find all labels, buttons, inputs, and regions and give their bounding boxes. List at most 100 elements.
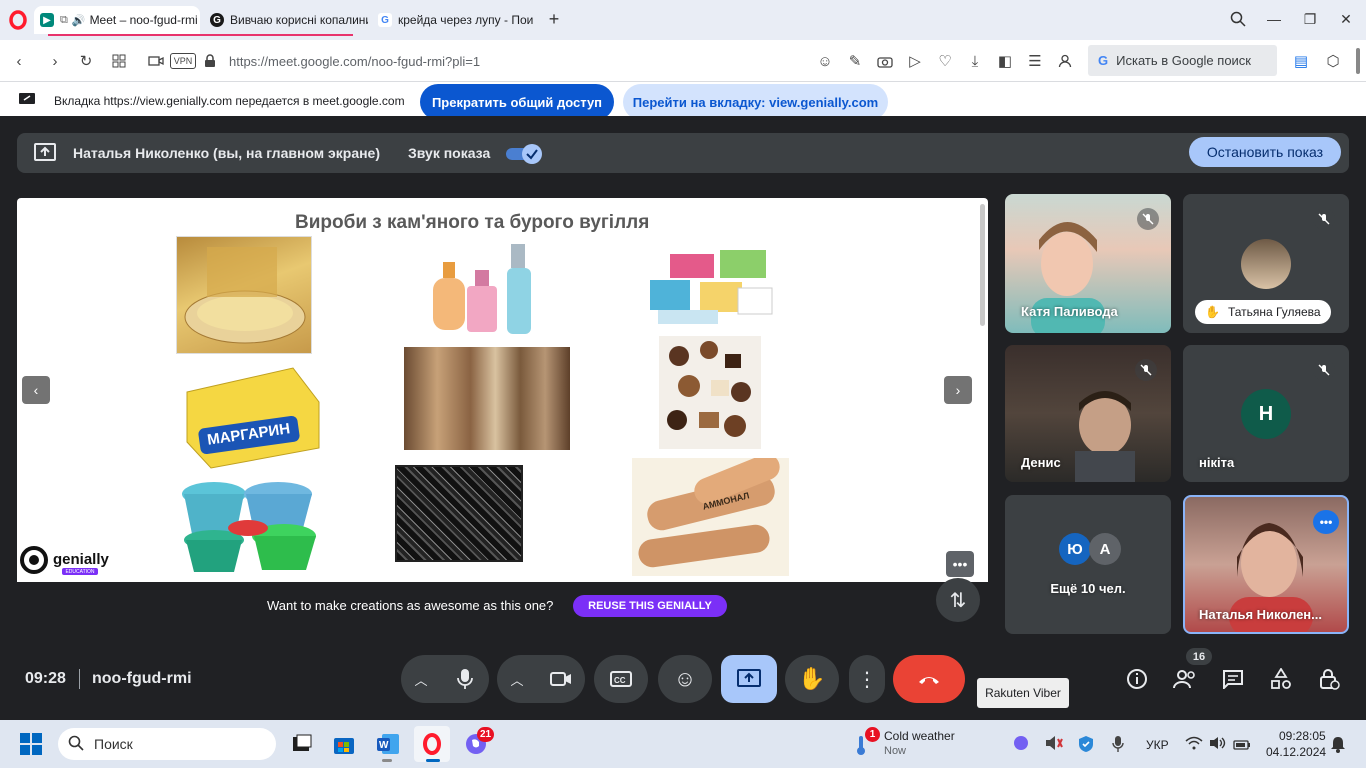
meet-favicon-icon: ▶ <box>40 13 54 27</box>
volume-alert-icon[interactable] <box>1045 735 1063 756</box>
taskbar-search[interactable]: Поиск <box>58 728 276 760</box>
paraffin-image <box>176 236 312 354</box>
input-language[interactable]: УКР <box>1146 738 1169 752</box>
forward-icon[interactable]: › <box>44 50 66 72</box>
chat-icon[interactable] <box>1217 663 1249 695</box>
more-options-button[interactable]: ⋮ <box>849 655 885 703</box>
tab-group-underline <box>48 34 353 36</box>
task-view-icon[interactable] <box>284 726 320 762</box>
participant-tile[interactable]: Катя Паливода <box>1005 194 1171 333</box>
tab-meet[interactable]: ▶ ⧉ 🔊 Meet – noo-fgud-rmi <box>34 6 200 34</box>
tab-kreida[interactable]: G крейда через лупу - Пои <box>372 6 540 34</box>
profile-icon[interactable] <box>1054 50 1076 72</box>
sidebar-panel-icon[interactable]: ▤ <box>1290 50 1312 72</box>
slide-next-button[interactable]: › <box>944 376 972 404</box>
system-date[interactable]: 04.12.2024 <box>1266 745 1326 759</box>
microphone-icon[interactable] <box>441 655 489 703</box>
microphone-tray-icon[interactable] <box>1112 735 1124 758</box>
minimize-icon[interactable]: — <box>1262 8 1286 30</box>
chocolates-image <box>659 336 761 449</box>
more-participants-tile[interactable]: Ю А Ещё 10 чел. <box>1005 495 1171 634</box>
emoji-icon[interactable]: ☺ <box>814 50 836 72</box>
opera-logo-icon[interactable] <box>8 10 28 30</box>
back-icon[interactable]: ‹ <box>8 50 30 72</box>
extensions-icon[interactable]: ⬡ <box>1322 50 1344 72</box>
participant-tile[interactable]: ✋ Татьяна Гуляева <box>1183 194 1349 333</box>
stop-presenting-button[interactable]: Остановить показ <box>1189 137 1341 167</box>
download-icon[interactable]: ⤓ <box>964 50 986 72</box>
url-field[interactable]: https://meet.google.com/noo-fgud-rmi?pli… <box>229 54 480 69</box>
new-tab-icon[interactable]: + <box>542 8 566 30</box>
avatar: А <box>1089 533 1121 565</box>
word-icon[interactable]: W <box>370 726 406 762</box>
swap-layout-icon[interactable]: ⇅ <box>936 578 980 622</box>
vpn-badge[interactable]: VPN <box>170 53 196 69</box>
app-running-indicator <box>382 759 392 762</box>
participant-name: Катя Паливода <box>1021 304 1118 319</box>
slide-title: Вироби з кам'яного та бурого вугілля <box>295 212 650 233</box>
self-view-tile[interactable]: ••• Наталья Николен... <box>1183 495 1349 634</box>
play-icon[interactable]: ▷ <box>904 50 926 72</box>
audio-options-chevron-icon[interactable]: ︿ <box>401 670 441 689</box>
wifi-icon[interactable] <box>1185 736 1203 755</box>
raise-hand-button[interactable]: ✋ <box>785 655 839 703</box>
slide-scrollbar[interactable] <box>980 204 985 326</box>
leave-call-button[interactable] <box>893 655 965 703</box>
stop-sharing-button[interactable]: Прекратить общий доступ <box>420 84 614 120</box>
camera-indicator-icon[interactable] <box>145 50 167 72</box>
speed-dial-icon[interactable] <box>108 50 130 72</box>
google-search-box[interactable]: G Искать в Google поиск <box>1088 45 1277 76</box>
system-time[interactable]: 09:28:05 <box>1279 729 1326 743</box>
reuse-genially-button[interactable]: REUSE THIS GENIALLY <box>573 595 727 617</box>
mic-off-icon <box>1137 208 1159 230</box>
pinned-name-chip: ✋ Татьяна Гуляева <box>1195 300 1331 324</box>
participant-tile[interactable]: Н нікіта <box>1183 345 1349 482</box>
present-button[interactable] <box>721 655 777 703</box>
battery-icon[interactable] <box>1233 738 1251 756</box>
lock-icon[interactable] <box>204 54 216 73</box>
notifications-bell-icon[interactable] <box>1330 735 1346 758</box>
captions-button[interactable]: CC <box>594 655 648 703</box>
slide-more-icon[interactable]: ••• <box>946 551 974 577</box>
weather-title[interactable]: Cold weather <box>884 729 955 743</box>
genially-brand: genially <box>53 551 109 568</box>
svg-text:W: W <box>379 740 389 751</box>
sidebar-scroll-handle[interactable] <box>1356 48 1360 74</box>
search-tabs-icon[interactable] <box>1226 8 1250 30</box>
close-icon[interactable]: ✕ <box>1334 8 1358 30</box>
search-placeholder: Искать в Google поиск <box>1116 53 1251 68</box>
go-to-tab-button[interactable]: Перейти на вкладку: view.genially.com <box>623 84 888 120</box>
snapshot-icon[interactable] <box>874 50 896 72</box>
viber-tray-icon[interactable] <box>1013 735 1029 756</box>
defender-icon[interactable] <box>1078 735 1094 758</box>
margarine-image: МАРГАРИН <box>181 362 323 470</box>
heart-icon[interactable]: ♡ <box>934 50 956 72</box>
host-controls-icon[interactable] <box>1313 663 1345 695</box>
easy-setup-icon[interactable]: ☰ <box>1024 50 1046 72</box>
emoji-reaction-button[interactable]: ☺ <box>658 655 712 703</box>
restore-icon[interactable]: ❐ <box>1298 8 1322 30</box>
opera-taskbar-icon[interactable] <box>414 726 450 762</box>
windows-start-icon[interactable] <box>20 733 42 760</box>
slide-prev-button[interactable]: ‹ <box>22 376 50 404</box>
more-participants-label: Ещё 10 чел. <box>1050 581 1126 596</box>
tile-more-options-icon[interactable]: ••• <box>1313 510 1339 534</box>
microsoft-store-icon[interactable] <box>326 726 362 762</box>
meeting-info-icon[interactable] <box>1121 663 1153 695</box>
camera-icon[interactable] <box>537 655 585 703</box>
share-audio-label: Звук показа <box>408 145 491 161</box>
video-options-chevron-icon[interactable]: ︿ <box>497 670 537 689</box>
avatar: Н <box>1241 389 1291 439</box>
activities-icon[interactable] <box>1265 663 1297 695</box>
share-audio-toggle[interactable] <box>506 144 542 164</box>
reload-icon[interactable]: ↻ <box>75 50 97 72</box>
speaker-tray-icon[interactable] <box>1209 736 1227 755</box>
participant-tile[interactable]: Денис <box>1005 345 1171 482</box>
people-icon[interactable] <box>1169 663 1201 695</box>
genially-education-badge: EDUCATION <box>62 568 98 575</box>
smile-icon: ☺ <box>673 666 697 691</box>
tab-vyvchayu[interactable]: G Вивчаю корисні копалини <box>204 6 368 34</box>
battery-saver-icon[interactable]: ◧ <box>994 50 1016 72</box>
edit-icon[interactable]: ✎ <box>844 50 866 72</box>
meeting-code[interactable]: noo-fgud-rmi <box>92 670 192 688</box>
